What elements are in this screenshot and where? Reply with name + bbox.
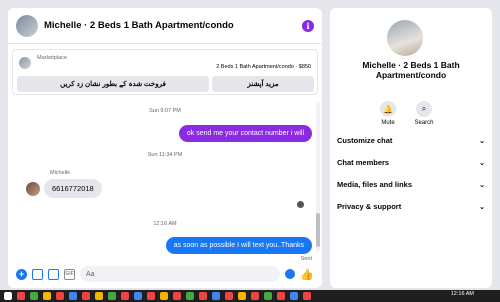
app-icon[interactable] xyxy=(69,292,77,300)
conversation-info-pane: Michelle · 2 Beds 1 Bath Apartment/condo… xyxy=(330,8,492,288)
message-input[interactable] xyxy=(80,266,281,282)
chevron-down-icon: ⌄ xyxy=(479,159,485,167)
app-icon[interactable] xyxy=(199,292,207,300)
chat-pane: Michelle · 2 Beds 1 Bath Apartment/condo… xyxy=(8,8,322,288)
timestamp: Sun 9:07 PM xyxy=(149,108,181,114)
app-icon[interactable] xyxy=(17,292,25,300)
sticker-icon[interactable] xyxy=(48,268,59,280)
plus-icon[interactable]: + xyxy=(16,268,27,280)
app-icon[interactable] xyxy=(303,292,311,300)
mark-as-sold-button[interactable]: فروخت شدہ کے بطور نشان زد کریں xyxy=(17,76,209,92)
message-bubble-outgoing[interactable]: ok send me your contact number i will xyxy=(178,125,312,142)
info-icon[interactable]: i xyxy=(302,19,314,32)
chevron-down-icon: ⌄ xyxy=(479,137,485,145)
search-icon[interactable]: ⌕ xyxy=(416,101,432,117)
conversation-title: Michelle · 2 Beds 1 Bath Apartment/condo xyxy=(362,60,460,80)
app-icon[interactable] xyxy=(277,292,285,300)
listing-thumbnail[interactable] xyxy=(19,57,31,69)
timestamp: Sun 11:34 PM xyxy=(147,152,183,158)
app-icon[interactable] xyxy=(160,292,168,300)
app-icon[interactable] xyxy=(238,292,246,300)
app-icon[interactable] xyxy=(121,292,129,300)
scrollbar-thumb[interactable] xyxy=(316,213,320,247)
taskbar: 12:16 AM xyxy=(0,290,500,302)
more-options-button[interactable]: مزید آپشنز xyxy=(212,76,314,92)
message-bubble-incoming[interactable]: 6616772018 xyxy=(44,179,102,198)
avatar[interactable] xyxy=(387,20,423,56)
chevron-down-icon: ⌄ xyxy=(479,203,485,211)
app-icon[interactable] xyxy=(108,292,116,300)
composer: + GIF 👍 xyxy=(8,260,322,288)
listing-title[interactable]: 2 Beds 1 Bath Apartment/condo · $850 xyxy=(216,64,311,70)
app-icon[interactable] xyxy=(30,292,38,300)
search-label: Search xyxy=(414,120,434,126)
message-bubble-outgoing[interactable]: as soon as possible I will text you..Tha… xyxy=(165,237,312,254)
app-icon[interactable] xyxy=(264,292,272,300)
app-icon[interactable] xyxy=(147,292,155,300)
app-icon[interactable] xyxy=(134,292,142,300)
app-icon[interactable] xyxy=(56,292,64,300)
seen-indicator-icon xyxy=(297,201,304,208)
app-icon[interactable] xyxy=(212,292,220,300)
app-icon[interactable] xyxy=(225,292,233,300)
privacy-support-row[interactable]: Privacy & support ⌄ xyxy=(337,202,485,211)
timestamp: 12:16 AM xyxy=(153,221,177,227)
app-icon[interactable] xyxy=(82,292,90,300)
start-icon[interactable] xyxy=(4,292,12,300)
marketplace-label: Marketplace xyxy=(37,55,67,61)
thumbs-up-icon[interactable]: 👍 xyxy=(300,268,314,281)
message-list: Sun 9:07 PM ok send me your contact numb… xyxy=(8,98,322,264)
app-icon[interactable] xyxy=(290,292,298,300)
app-icon[interactable] xyxy=(43,292,51,300)
clock[interactable]: 12:16 AM xyxy=(451,291,474,297)
image-icon[interactable] xyxy=(32,268,43,280)
chat-header: Michelle · 2 Beds 1 Bath Apartment/condo… xyxy=(8,8,322,44)
chevron-down-icon: ⌄ xyxy=(479,181,485,189)
app-icon[interactable] xyxy=(251,292,259,300)
gif-icon[interactable]: GIF xyxy=(64,268,75,280)
sender-name: Michelle xyxy=(50,170,71,176)
marketplace-card: Marketplace 2 Beds 1 Bath Apartment/cond… xyxy=(12,49,318,95)
bell-icon[interactable]: 🔔 xyxy=(380,101,396,117)
avatar[interactable] xyxy=(26,182,40,196)
app-icon[interactable] xyxy=(95,292,103,300)
mute-label: Mute xyxy=(381,120,395,126)
emoji-icon[interactable] xyxy=(285,269,296,279)
chat-title[interactable]: Michelle · 2 Beds 1 Bath Apartment/condo xyxy=(44,20,302,31)
app-icon[interactable] xyxy=(186,292,194,300)
chat-members-row[interactable]: Chat members ⌄ xyxy=(337,158,485,167)
customize-chat-row[interactable]: Customize chat ⌄ xyxy=(337,136,485,145)
app-icon[interactable] xyxy=(173,292,181,300)
media-files-links-row[interactable]: Media, files and links ⌄ xyxy=(337,180,485,189)
avatar[interactable] xyxy=(16,14,38,37)
